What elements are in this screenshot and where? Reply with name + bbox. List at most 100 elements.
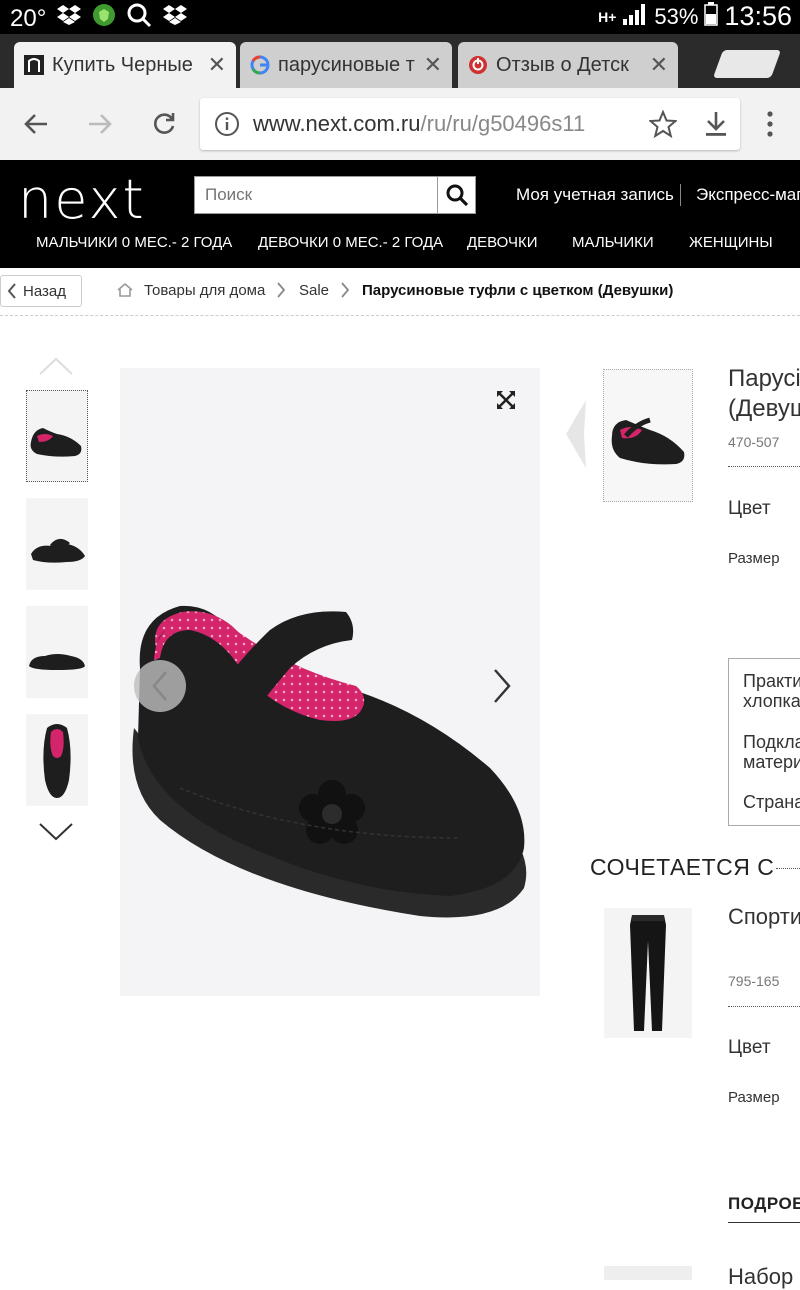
google-favicon-icon <box>250 55 270 75</box>
thumbnail-1[interactable] <box>26 390 88 482</box>
main-nav: МАЛЬЧИКИ 0 МЕС.- 2 ГОДА ДЕВОЧКИ 0 МЕС.- … <box>0 232 800 256</box>
info-line: Практи <box>743 671 800 691</box>
account-link[interactable]: Моя учетная запись <box>516 185 674 205</box>
nav-girls[interactable]: ДЕВОЧКИ <box>467 234 538 251</box>
chevron-up-icon <box>39 357 73 375</box>
menu-button[interactable] <box>748 102 792 146</box>
thumbs-down-button[interactable] <box>38 822 74 847</box>
matching-item-thumbnail[interactable] <box>604 908 692 1038</box>
chevron-right-icon <box>494 669 511 703</box>
search-button[interactable] <box>437 177 475 213</box>
download-icon[interactable] <box>703 110 729 143</box>
nav-boys-baby[interactable]: МАЛЬЧИКИ 0 МЕС.- 2 ГОДА <box>36 234 232 251</box>
tab-google-search[interactable]: парусиновые т ✕ <box>240 42 452 88</box>
dropbox-icon <box>162 4 188 33</box>
site-search <box>194 176 476 214</box>
color-label: Цвет <box>728 498 771 519</box>
image-next-button[interactable] <box>484 666 520 706</box>
tab-close-icon[interactable]: ✕ <box>208 52 226 78</box>
thumbs-up-button[interactable] <box>38 356 74 381</box>
related-thumbnail[interactable] <box>603 369 693 502</box>
breadcrumb-item-current: Парусиновые туфли с цветком (Девушки) <box>362 282 674 299</box>
next-logo[interactable]: next <box>18 168 146 231</box>
back-link-button[interactable]: Назад <box>0 275 82 307</box>
signal-icon <box>622 3 648 31</box>
thumbnail-4[interactable] <box>26 714 88 806</box>
image-prev-button[interactable] <box>134 660 186 712</box>
chevron-left-icon <box>7 283 16 299</box>
matching-item-title[interactable]: Спорти <box>728 904 800 930</box>
chevron-right-icon <box>340 280 350 305</box>
nav-women[interactable]: ЖЕНЩИНЫ <box>689 234 773 251</box>
express-shop-link[interactable]: Экспресс-маг <box>696 185 800 205</box>
back-link-label: Назад <box>23 282 66 300</box>
next-item-title[interactable]: Набор <box>728 1264 793 1290</box>
breadcrumb-item-home-goods[interactable]: Товары для дома <box>144 282 265 299</box>
divider <box>728 466 800 467</box>
breadcrumb-item-sale[interactable]: Sale <box>299 282 329 299</box>
review-site-favicon-icon <box>468 55 488 75</box>
status-bar: 20° H+ 53% 13:56 <box>0 0 800 34</box>
tab-title: Отзыв о Детск <box>496 53 629 76</box>
arrow-right-icon <box>89 114 112 134</box>
tab-title: Купить Черные <box>52 53 193 76</box>
tab-review[interactable]: Отзыв о Детск ✕ <box>458 42 678 88</box>
product-info-box: Практи хлопка Подкла матери Страна <box>728 658 800 826</box>
nav-boys[interactable]: МАЛЬЧИКИ <box>572 234 654 251</box>
network-type-text: H+ <box>598 8 617 25</box>
forward-button[interactable] <box>78 102 122 146</box>
header-divider <box>680 184 681 206</box>
matching-item-code: 795-165 <box>728 973 780 989</box>
info-icon[interactable] <box>214 111 240 142</box>
url-path: /ru/ru/g50496s11 <box>420 111 586 136</box>
tab-next-shop[interactable]: Купить Черные ✕ <box>14 42 236 88</box>
product-code: 470-507 <box>728 434 780 450</box>
more-vert-icon <box>767 111 773 137</box>
home-icon[interactable] <box>117 282 133 303</box>
thumbnail-3[interactable] <box>26 606 88 698</box>
details-heading[interactable]: ПОДРОБ <box>728 1194 800 1214</box>
divider <box>728 1006 800 1007</box>
next-item-thumbnail[interactable] <box>604 1266 692 1280</box>
chevron-left-icon <box>152 671 167 701</box>
size-label: Размер <box>728 550 780 567</box>
shield-app-icon <box>92 3 116 34</box>
expand-zoom-icon[interactable] <box>496 390 516 410</box>
divider <box>776 868 800 869</box>
tab-close-icon[interactable]: ✕ <box>650 52 668 78</box>
shoe-thumbnail-image <box>611 417 685 464</box>
new-tab-button[interactable] <box>712 50 782 78</box>
shoe-thumbnail-image <box>29 654 85 670</box>
url-domain: www.next.com.ru <box>253 111 421 136</box>
address-bar[interactable]: www.next.com.ru/ru/ru/g50496s11 <box>200 98 740 150</box>
dropbox-icon <box>56 4 82 33</box>
reload-icon <box>154 113 175 134</box>
shoe-thumbnail-image <box>30 428 82 457</box>
info-line: Подкла <box>743 732 800 752</box>
tab-close-icon[interactable]: ✕ <box>424 52 442 78</box>
product-title-line-1: Парусі <box>728 365 800 392</box>
reload-button[interactable] <box>142 102 186 146</box>
browser-toolbar: www.next.com.ru/ru/ru/g50496s11 <box>0 88 800 160</box>
product-title: Парусі (Девуш <box>728 364 800 424</box>
matching-size-label: Размер <box>728 1089 780 1106</box>
back-button[interactable] <box>14 102 58 146</box>
related-prev-button[interactable] <box>564 398 588 470</box>
info-line: матери <box>743 752 800 772</box>
bookmark-star-icon[interactable] <box>647 109 679 143</box>
search-icon <box>126 2 152 35</box>
search-icon <box>446 184 468 207</box>
breadcrumb: Назад Товары для дома Sale Парусиновые т… <box>0 268 800 316</box>
thumbnail-2[interactable] <box>26 498 88 590</box>
shoe-thumbnail-image <box>31 539 85 563</box>
battery-percent-text: 53% <box>654 3 699 29</box>
clock-text: 13:56 <box>724 1 792 31</box>
next-favicon-icon <box>24 55 44 75</box>
arrow-left-icon <box>24 114 47 134</box>
tab-title: парусиновые т <box>278 53 415 76</box>
chevron-down-icon <box>39 823 73 841</box>
search-input[interactable] <box>195 177 437 213</box>
url-text[interactable]: www.next.com.ru/ru/ru/g50496s11 <box>253 111 585 137</box>
info-line: хлопка <box>743 691 800 711</box>
nav-girls-baby[interactable]: ДЕВОЧКИ 0 МЕС.- 2 ГОДА <box>258 234 443 251</box>
